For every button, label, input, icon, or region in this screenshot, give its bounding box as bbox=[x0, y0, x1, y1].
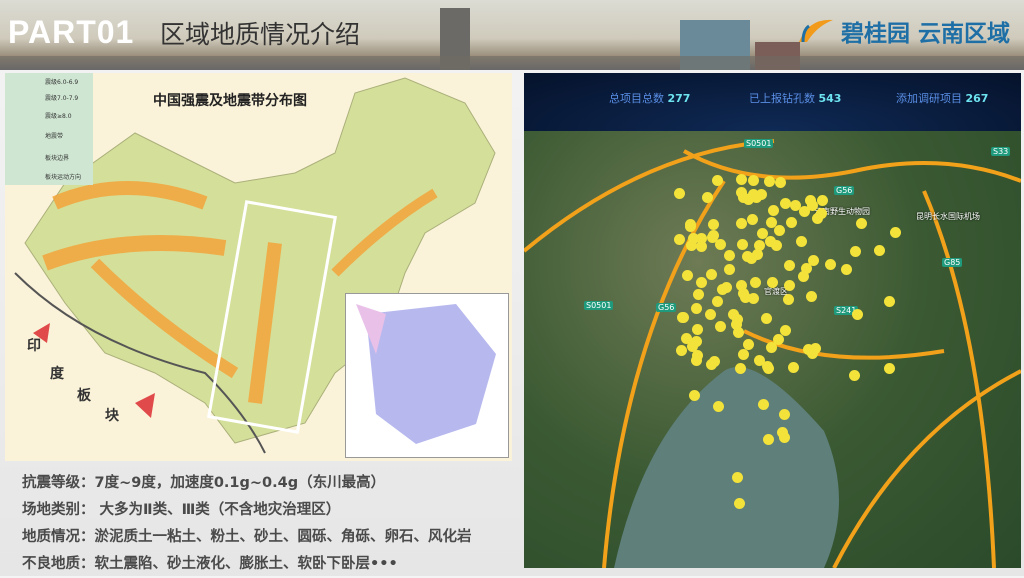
stat-total-projects: 总项目总数 277 bbox=[609, 92, 691, 105]
note-geology: 地质情况：淤泥质土一粘土、粉土、砂土、圆砾、角砾、卵石、风化岩 bbox=[22, 529, 472, 545]
road-label: S0501 bbox=[744, 139, 774, 148]
project-marker[interactable] bbox=[873, 245, 885, 257]
project-marker[interactable] bbox=[763, 175, 775, 187]
project-marker[interactable] bbox=[734, 363, 746, 375]
project-marker[interactable] bbox=[702, 191, 714, 203]
project-marker[interactable] bbox=[724, 263, 736, 275]
project-marker[interactable] bbox=[798, 270, 810, 282]
project-marker[interactable] bbox=[855, 218, 867, 229]
plate-label: 板 bbox=[77, 388, 91, 404]
plate-label: 块 bbox=[105, 408, 119, 424]
project-marker[interactable] bbox=[684, 221, 696, 233]
project-marker[interactable] bbox=[675, 344, 687, 356]
project-marker[interactable] bbox=[757, 398, 769, 410]
map-title: 中国强震及地震带分布图 bbox=[153, 93, 307, 109]
project-marker[interactable] bbox=[690, 354, 702, 366]
project-marker[interactable] bbox=[711, 295, 723, 307]
road-label: S33 bbox=[991, 147, 1011, 156]
plate-label: 度 bbox=[50, 366, 64, 382]
project-marker[interactable] bbox=[889, 226, 901, 238]
project-marker[interactable] bbox=[708, 355, 720, 367]
place-label: 昆明长水国际机场 bbox=[916, 212, 980, 221]
project-marker[interactable] bbox=[732, 327, 744, 338]
project-marker[interactable] bbox=[806, 347, 818, 359]
note-site-class: 场地类别： 大多为Ⅱ类、Ⅲ类（不含地灾治理区） bbox=[22, 502, 341, 518]
project-marker[interactable] bbox=[747, 293, 759, 305]
road-label: G56 bbox=[834, 186, 855, 195]
project-marker[interactable] bbox=[747, 188, 759, 200]
page-title: 区域地质情况介绍 bbox=[160, 20, 361, 49]
project-marker[interactable] bbox=[751, 249, 763, 261]
project-marker[interactable] bbox=[883, 363, 895, 375]
project-marker[interactable] bbox=[724, 249, 736, 261]
road-label: S0501 bbox=[584, 301, 614, 310]
project-marker[interactable] bbox=[774, 224, 786, 236]
project-marker[interactable] bbox=[737, 238, 749, 250]
project-marker[interactable] bbox=[762, 434, 774, 446]
project-marker[interactable] bbox=[783, 259, 795, 271]
legend-item: 板块运动方向 bbox=[45, 174, 82, 181]
project-marker[interactable] bbox=[778, 431, 790, 443]
project-map-panel: 总项目总数 277 已上报钻孔数 543 添加调研项目 267 S0501 G5… bbox=[524, 73, 1021, 568]
map-legend: 震级6.0-6.9 震级7.0-7.9 震级≥8.0 地震带 板块边界 板块运动… bbox=[5, 73, 93, 185]
project-marker[interactable] bbox=[785, 216, 797, 228]
legend-item: 震级7.0-7.9 bbox=[45, 95, 79, 102]
note-adverse-geology: 不良地质：软土震陷、砂土液化、膨胀土、软卧下卧层••• bbox=[22, 556, 398, 572]
brand-logo: 碧桂园 云南区域 bbox=[795, 14, 1010, 48]
china-earthquake-map: 震级6.0-6.9 震级7.0-7.9 震级≥8.0 地震带 板块边界 板块运动… bbox=[5, 73, 512, 461]
project-marker[interactable] bbox=[735, 218, 747, 230]
legend-item: 地震带 bbox=[45, 133, 64, 140]
project-marker[interactable] bbox=[772, 333, 784, 345]
legend-item: 震级6.0-6.9 bbox=[45, 79, 79, 86]
header-banner: PART01 区域地质情况介绍 碧桂园 云南区域 bbox=[0, 0, 1024, 70]
project-marker[interactable] bbox=[712, 400, 724, 412]
satellite-map[interactable]: S0501 G56 S0501 G56 S241 G85 S33 官渡区 云南野… bbox=[524, 131, 1021, 568]
logo-icon bbox=[798, 19, 833, 43]
project-marker[interactable] bbox=[760, 312, 772, 324]
project-marker[interactable] bbox=[749, 276, 761, 288]
part-label: PART01 bbox=[8, 14, 135, 50]
project-marker[interactable] bbox=[848, 369, 860, 381]
project-marker[interactable] bbox=[707, 219, 719, 230]
project-marker[interactable] bbox=[734, 498, 746, 510]
brand-name: 碧桂园 云南区域 bbox=[840, 20, 1010, 47]
project-marker[interactable] bbox=[692, 288, 704, 300]
stat-boreholes: 已上报钻孔数 543 bbox=[749, 92, 842, 105]
geology-notes: 抗震等级：7度~9度，加速度0.1g~0.4g（东川最高） 场地类别： 大多为Ⅱ… bbox=[22, 470, 472, 578]
inset-shape bbox=[356, 304, 496, 444]
project-marker[interactable] bbox=[811, 212, 823, 224]
project-marker[interactable] bbox=[883, 295, 895, 307]
note-seismic: 抗震等级：7度~9度，加速度0.1g~0.4g（东川最高） bbox=[22, 475, 386, 491]
plate-label: 印 bbox=[27, 338, 41, 354]
project-marker[interactable] bbox=[766, 277, 778, 289]
project-marker[interactable] bbox=[762, 363, 774, 375]
legend-item: 板块边界 bbox=[45, 155, 70, 162]
road-label: G56 bbox=[656, 303, 677, 312]
skyline bbox=[0, 56, 1024, 70]
project-marker[interactable] bbox=[705, 308, 717, 320]
yunnan-inset-map bbox=[345, 293, 509, 458]
project-marker[interactable] bbox=[716, 284, 728, 296]
project-marker[interactable] bbox=[824, 258, 836, 270]
project-marker[interactable] bbox=[849, 245, 861, 257]
legend-item: 震级≥8.0 bbox=[45, 113, 72, 120]
road-label: G85 bbox=[942, 258, 963, 267]
stats-bar: 总项目总数 277 已上报钻孔数 543 添加调研项目 267 bbox=[524, 73, 1021, 131]
stat-survey-projects: 添加调研项目 267 bbox=[896, 92, 989, 105]
project-marker[interactable] bbox=[686, 340, 698, 352]
project-marker[interactable] bbox=[851, 308, 863, 320]
